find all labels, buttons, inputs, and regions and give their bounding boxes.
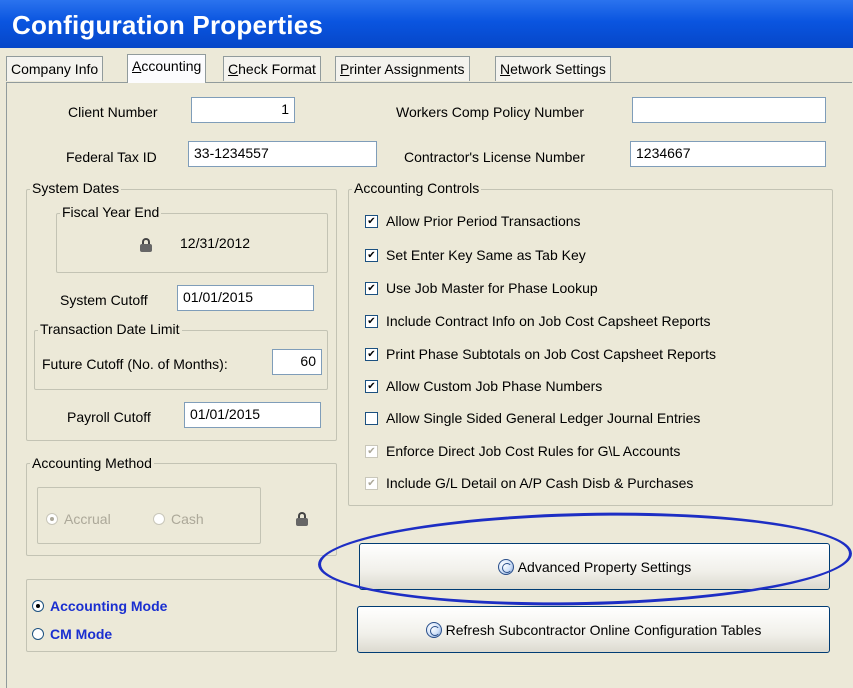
accrual-label: Accrual [64, 511, 111, 527]
cm-mode-radio-dot [32, 628, 44, 640]
control-label: Use Job Master for Phase Lookup [386, 280, 598, 296]
federal-tax-id-field[interactable]: 33-1234557 [188, 141, 377, 167]
tab-company-info-label: Company Info [11, 61, 99, 77]
refresh-icon [425, 621, 442, 638]
checkbox-icon [365, 347, 378, 361]
control-single-sided-gl[interactable]: Allow Single Sided General Ledger Journa… [365, 410, 700, 426]
control-enter-key-tab[interactable]: Set Enter Key Same as Tab Key [365, 247, 586, 263]
tab-printer-assignments-label: rinter Assignments [349, 61, 465, 77]
cm-mode-radio[interactable]: CM Mode [32, 626, 112, 642]
accrual-radio-dot [46, 513, 58, 525]
control-phase-subtotals[interactable]: Print Phase Subtotals on Job Cost Capshe… [365, 346, 716, 362]
cash-radio-dot [153, 513, 165, 525]
contractor-license-field[interactable]: 1234667 [630, 141, 826, 167]
accounting-controls-title: Accounting Controls [352, 180, 482, 196]
client-number-field[interactable]: 1 [191, 97, 295, 123]
tab-network-settings-label: etwork Settings [510, 61, 606, 77]
fiscal-year-end-title: Fiscal Year End [60, 204, 162, 220]
checkbox-icon [365, 314, 378, 328]
tab-network-settings[interactable]: Network Settings [495, 56, 611, 81]
tab-accounting-label: ccounting [141, 58, 202, 74]
future-cutoff-label: Future Cutoff (No. of Months): [42, 356, 228, 372]
cash-radio[interactable]: Cash [153, 511, 204, 527]
client-number-label: Client Number [68, 104, 158, 120]
refresh-subcontractor-tables-button[interactable]: Refresh Subcontractor Online Configurati… [357, 606, 830, 653]
control-contract-info[interactable]: Include Contract Info on Job Cost Capshe… [365, 313, 711, 329]
payroll-cutoff-label: Payroll Cutoff [67, 409, 151, 425]
tab-strip: Company Info Accounting Check Format Pri… [6, 54, 852, 83]
system-cutoff-label: System Cutoff [60, 292, 148, 308]
checkbox-icon [365, 476, 378, 490]
control-direct-job-cost[interactable]: Enforce Direct Job Cost Rules for G\L Ac… [365, 443, 680, 459]
workers-comp-field[interactable] [632, 97, 826, 123]
refresh-button-label: Refresh Subcontractor Online Configurati… [445, 621, 762, 638]
control-label: Allow Single Sided General Ledger Journa… [386, 410, 701, 426]
control-label: Include Contract Info on Job Cost Capshe… [386, 313, 711, 329]
future-cutoff-field[interactable]: 60 [272, 349, 322, 375]
fiscal-lock-icon [140, 238, 152, 252]
control-label: Enforce Direct Job Cost Rules for G\L Ac… [386, 443, 681, 459]
cash-label: Cash [171, 511, 204, 527]
tab-check-format-mnemonic: C [228, 61, 239, 77]
tab-accounting-mnemonic: A [132, 58, 142, 74]
advanced-property-settings-button[interactable]: Advanced Property Settings [359, 543, 830, 590]
tab-printer-assignments[interactable]: Printer Assignments [335, 56, 470, 81]
accounting-mode-radio-dot [32, 600, 44, 612]
control-allow-prior-period[interactable]: Allow Prior Period Transactions [365, 213, 581, 229]
checkbox-icon [365, 214, 378, 228]
control-label: Allow Prior Period Transactions [386, 213, 581, 229]
checkbox-icon [365, 411, 378, 425]
tab-printer-assignments-mnemonic: P [340, 61, 350, 77]
control-job-master-phase[interactable]: Use Job Master for Phase Lookup [365, 280, 598, 296]
method-lock-icon [296, 512, 308, 526]
tab-company-info[interactable]: Company Info [6, 56, 104, 81]
system-dates-title: System Dates [30, 180, 122, 196]
tab-accounting[interactable]: Accounting [127, 54, 207, 83]
system-cutoff-field[interactable]: 01/01/2015 [177, 285, 314, 311]
federal-tax-id-label: Federal Tax ID [66, 149, 157, 165]
accrual-radio[interactable]: Accrual [46, 511, 111, 527]
control-custom-phase-numbers[interactable]: Allow Custom Job Phase Numbers [365, 378, 602, 394]
workers-comp-label: Workers Comp Policy Number [396, 104, 585, 120]
tab-check-format-label: heck Format [238, 61, 316, 77]
checkbox-icon [365, 248, 378, 262]
control-label: Include G/L Detail on A/P Cash Disb & Pu… [386, 475, 694, 491]
accounting-mode-radio[interactable]: Accounting Mode [32, 598, 167, 614]
checkbox-icon [365, 281, 378, 295]
accounting-method-title: Accounting Method [30, 455, 154, 471]
accounting-mode-label: Accounting Mode [50, 598, 168, 614]
tab-network-settings-mnemonic: N [500, 61, 511, 77]
checkbox-icon [365, 379, 378, 393]
advanced-button-label: Advanced Property Settings [517, 558, 692, 575]
control-gl-detail-ap[interactable]: Include G/L Detail on A/P Cash Disb & Pu… [365, 475, 693, 491]
control-label: Set Enter Key Same as Tab Key [386, 247, 586, 263]
tab-check-format[interactable]: Check Format [223, 56, 321, 81]
window-title: Configuration Properties [0, 0, 853, 48]
fiscal-year-end-value: 12/31/2012 [180, 235, 251, 251]
checkbox-icon [365, 444, 378, 458]
transaction-date-limit-title: Transaction Date Limit [38, 321, 182, 337]
control-label: Allow Custom Job Phase Numbers [386, 378, 603, 394]
payroll-cutoff-field[interactable]: 01/01/2015 [184, 402, 321, 428]
refresh-icon [497, 558, 514, 575]
cm-mode-label: CM Mode [50, 626, 113, 642]
contractor-license-label: Contractor's License Number [404, 149, 585, 165]
control-label: Print Phase Subtotals on Job Cost Capshe… [386, 346, 716, 362]
